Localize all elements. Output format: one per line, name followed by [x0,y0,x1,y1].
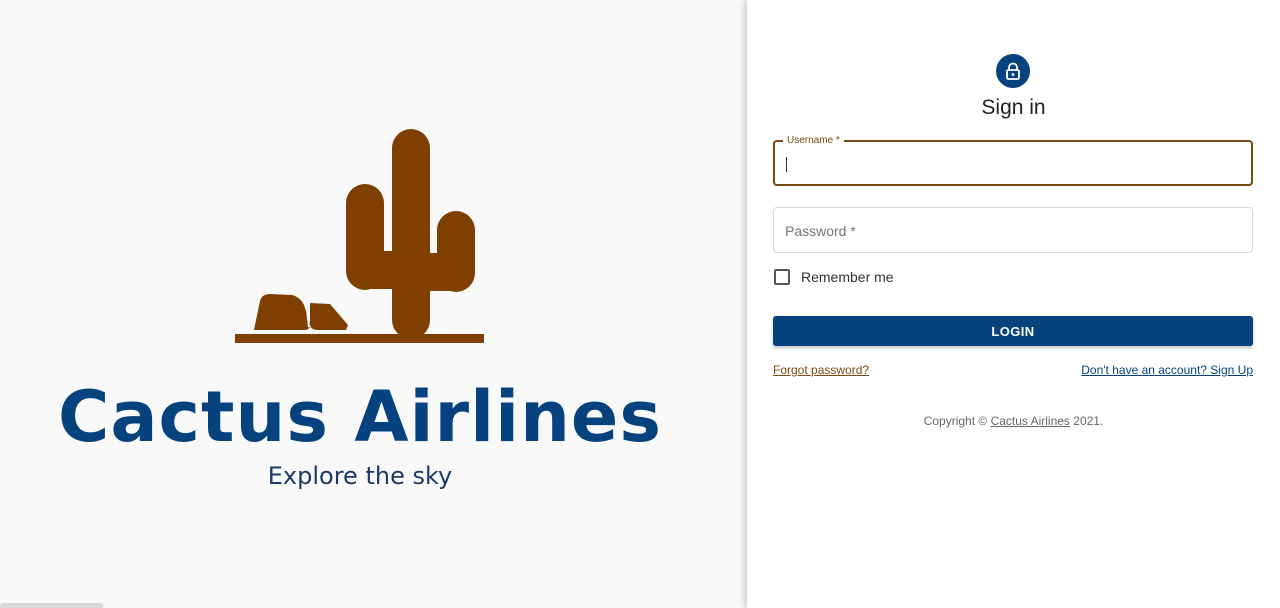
copyright-prefix: Copyright © [923,414,991,428]
remember-me-label[interactable]: Remember me [801,269,894,285]
forgot-password-link[interactable]: Forgot password? [773,363,869,377]
username-label: Username * [783,134,844,148]
remember-me-checkbox[interactable] [774,269,790,285]
sign-up-link[interactable]: Don't have an account? Sign Up [1081,363,1253,377]
login-button[interactable]: LOGIN [773,316,1253,346]
brand-panel: Cactus Airlines Explore the sky [0,0,747,608]
password-label: Password * [785,223,856,239]
brand-name: Cactus Airlines [57,376,663,458]
password-field[interactable]: Password * [773,207,1253,253]
username-field[interactable]: Username * [773,134,1253,186]
sign-in-panel: Sign in Username * Password * Remember m… [747,0,1280,608]
scroll-indicator [0,603,103,608]
lock-icon [1006,62,1020,80]
copyright-footer: Copyright © Cactus Airlines 2021. [747,414,1280,428]
copyright-suffix: 2021. [1069,414,1104,428]
text-caret [786,157,787,172]
copyright-link[interactable]: Cactus Airlines [991,414,1070,428]
cactus-logo-icon [235,129,484,343]
brand-tagline: Explore the sky [267,462,453,490]
page-title: Sign in [981,96,1046,119]
login-page: Cactus Airlines Explore the sky Sign in … [0,0,1280,608]
remember-me-row[interactable]: Remember me [774,269,894,285]
lock-avatar [996,54,1030,88]
